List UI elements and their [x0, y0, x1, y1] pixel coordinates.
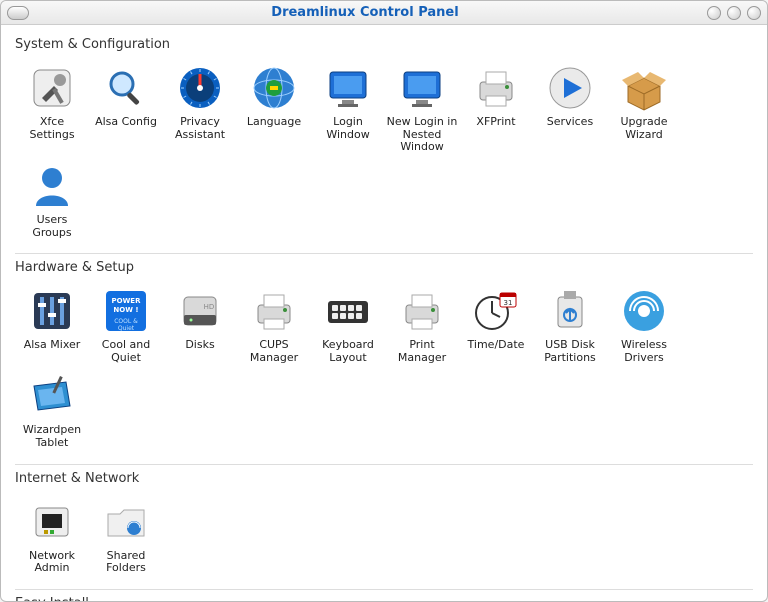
monitor-blue-icon [324, 64, 372, 112]
launcher-wizardpen-tablet[interactable]: Wizardpen Tablet [15, 368, 89, 453]
launcher-network-admin[interactable]: Network Admin [15, 494, 89, 579]
launcher-usb-disk-partitions[interactable]: USB Disk Partitions [533, 283, 607, 368]
launcher-label: Cool and Quiet [90, 339, 162, 364]
section-title-hardware: Hardware & Setup [15, 254, 753, 283]
section-title-easy: Easy Install [15, 590, 753, 601]
window-menu-icon[interactable] [7, 6, 29, 20]
window-title: Dreamlinux Control Panel [29, 5, 701, 20]
svg-text:31: 31 [504, 299, 513, 307]
svg-text:Quiet: Quiet [118, 325, 135, 332]
play-circle-icon [546, 64, 594, 112]
launcher-label: Language [247, 116, 301, 129]
svg-text:COOL &: COOL & [114, 318, 138, 325]
launcher-login-window[interactable]: Login Window [311, 60, 385, 158]
launcher-label: Time/Date [468, 339, 525, 352]
launcher-shared-folders[interactable]: Shared Folders [89, 494, 163, 579]
svg-text:NOW !: NOW ! [113, 306, 138, 314]
section-title-system: System & Configuration [15, 31, 753, 60]
grid-system: Xfce Settings Alsa Config Privacy Assistan… [15, 60, 753, 243]
launcher-services[interactable]: Services [533, 60, 607, 158]
globe-flags-icon [250, 64, 298, 112]
launcher-print-manager[interactable]: Print Manager [385, 283, 459, 368]
section-title-internet: Internet & Network [15, 465, 753, 494]
launcher-label: USB Disk Partitions [534, 339, 606, 364]
launcher-label: Print Manager [386, 339, 458, 364]
launcher-new-login-in-nested-window[interactable]: New Login in Nested Window [385, 60, 459, 158]
grid-hardware: Alsa Mixer POWERNOW ! COOL &Quiet Cool and … [15, 283, 753, 454]
launcher-disks[interactable]: HD Disks [163, 283, 237, 368]
launcher-alsa-config[interactable]: Alsa Config [89, 60, 163, 158]
launcher-wireless-drivers[interactable]: Wireless Drivers [607, 283, 681, 368]
magnifier-icon [102, 64, 150, 112]
close-button[interactable] [747, 6, 761, 20]
launcher-label: Xfce Settings [16, 116, 88, 141]
grid-internet: Network AdminShared Folders [15, 494, 753, 579]
launcher-label: New Login in Nested Window [386, 116, 458, 154]
launcher-label: Alsa Config [95, 116, 157, 129]
shared-folder-icon [102, 498, 150, 546]
minimize-button[interactable] [707, 6, 721, 20]
launcher-xfce-settings[interactable]: Xfce Settings [15, 60, 89, 158]
launcher-users-groups[interactable]: Users Groups [15, 158, 89, 243]
launcher-label: XFPrint [476, 116, 515, 129]
printer-icon [398, 287, 446, 335]
launcher-cups-manager[interactable]: CUPS Manager [237, 283, 311, 368]
launcher-label: Disks [185, 339, 214, 352]
launcher-label: Privacy Assistant [164, 116, 236, 141]
window: Dreamlinux Control Panel System & Config… [0, 0, 768, 602]
svg-text:HD: HD [204, 303, 215, 311]
launcher-upgrade-wizard[interactable]: Upgrade Wizard [607, 60, 681, 158]
launcher-language[interactable]: Language [237, 60, 311, 158]
launcher-label: Users Groups [16, 214, 88, 239]
launcher-time-date[interactable]: 31 Time/Date [459, 283, 533, 368]
powernow-icon: POWERNOW ! COOL &Quiet [102, 287, 150, 335]
printer-icon [472, 64, 520, 112]
user-icon [28, 162, 76, 210]
launcher-keyboard-layout[interactable]: Keyboard Layout [311, 283, 385, 368]
launcher-label: Login Window [312, 116, 384, 141]
launcher-cool-and-quiet[interactable]: POWERNOW ! COOL &Quiet Cool and Quiet [89, 283, 163, 368]
launcher-privacy-assistant[interactable]: Privacy Assistant [163, 60, 237, 158]
clock-calendar-icon: 31 [472, 287, 520, 335]
mixer-icon [28, 287, 76, 335]
launcher-label: Keyboard Layout [312, 339, 384, 364]
svg-text:POWER: POWER [112, 297, 142, 305]
launcher-xfprint[interactable]: XFPrint [459, 60, 533, 158]
launcher-label: Wizardpen Tablet [16, 424, 88, 449]
content-area: System & Configuration Xfce Settings Alsa… [1, 25, 767, 601]
usb-drive-icon [546, 287, 594, 335]
launcher-label: Upgrade Wizard [608, 116, 680, 141]
privacy-gauge-icon [176, 64, 224, 112]
titlebar: Dreamlinux Control Panel [1, 1, 767, 25]
tablet-icon [28, 372, 76, 420]
launcher-label: CUPS Manager [238, 339, 310, 364]
printer-icon [250, 287, 298, 335]
maximize-button[interactable] [727, 6, 741, 20]
settings-tools-icon [28, 64, 76, 112]
launcher-label: Network Admin [16, 550, 88, 575]
box-open-icon [620, 64, 668, 112]
nic-icon [28, 498, 76, 546]
keyboard-icon [324, 287, 372, 335]
wireless-icon [620, 287, 668, 335]
launcher-label: Shared Folders [90, 550, 162, 575]
launcher-label: Alsa Mixer [24, 339, 81, 352]
hdd-icon: HD [176, 287, 224, 335]
launcher-label: Services [547, 116, 593, 129]
launcher-label: Wireless Drivers [608, 339, 680, 364]
monitor-blue-icon [398, 64, 446, 112]
launcher-alsa-mixer[interactable]: Alsa Mixer [15, 283, 89, 368]
